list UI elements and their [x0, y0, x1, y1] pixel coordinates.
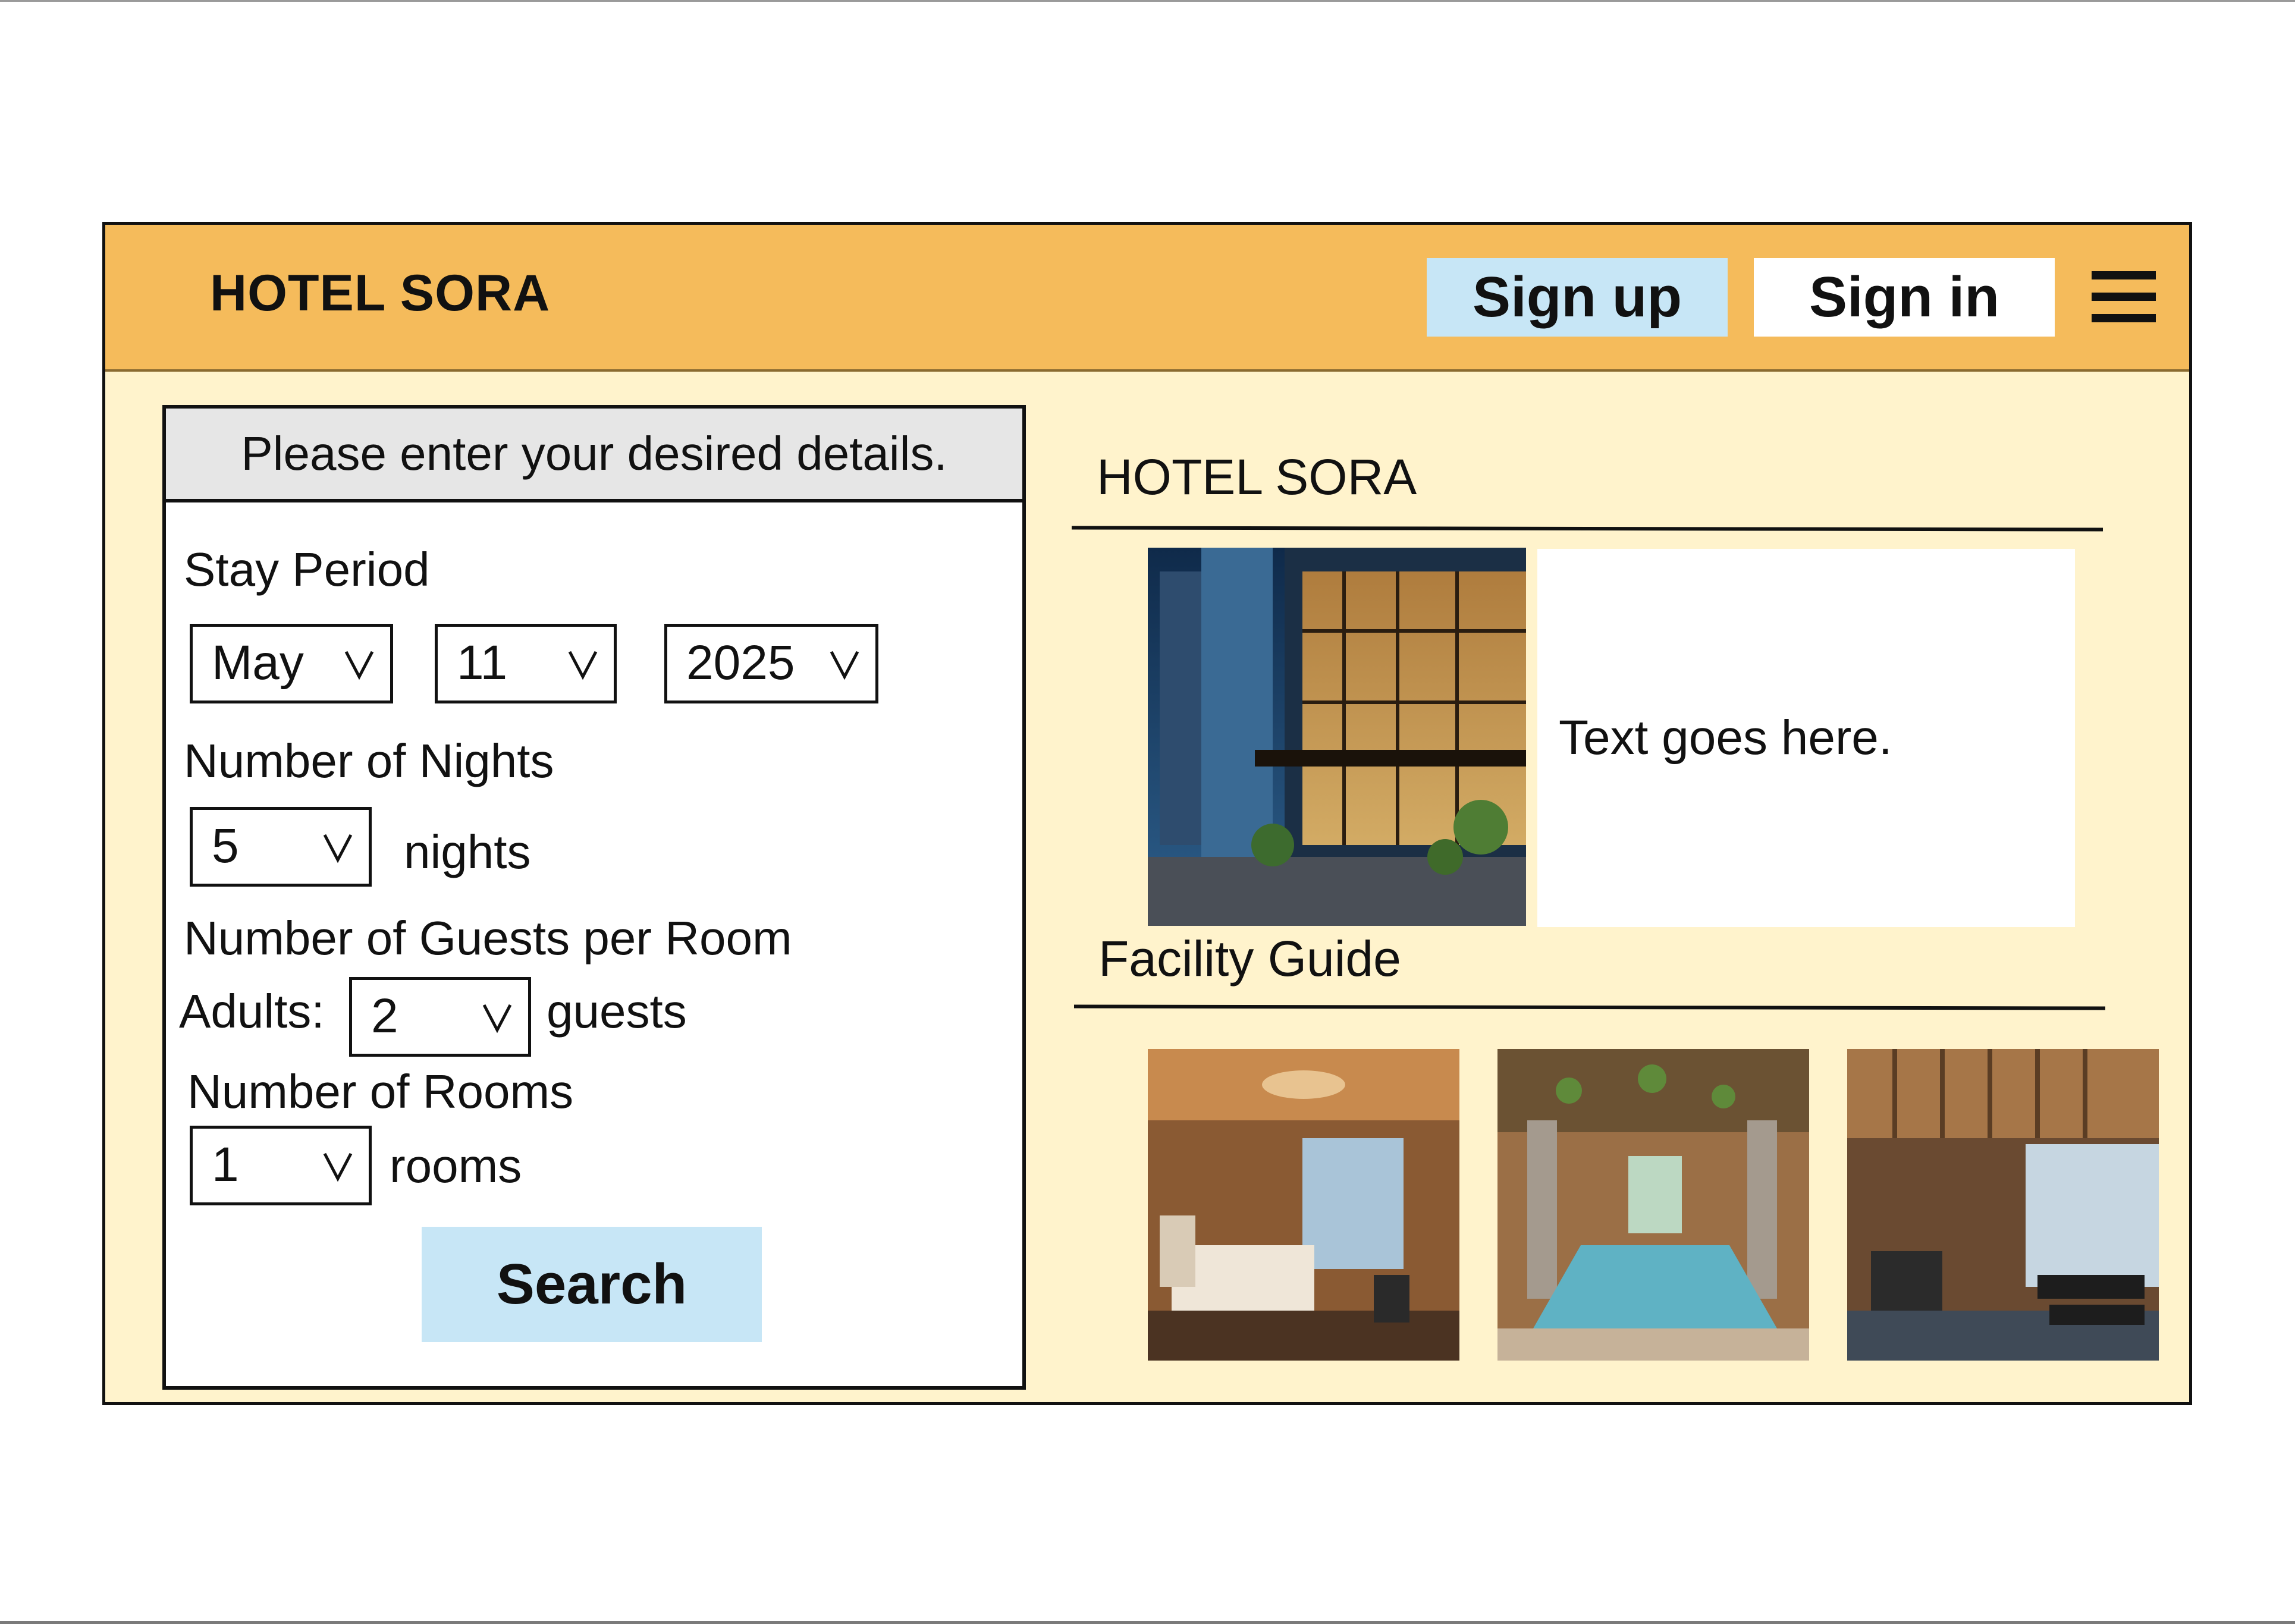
- day-select[interactable]: 11: [435, 624, 617, 703]
- guest-room-photo: [1148, 1049, 1459, 1361]
- page-top-border: [0, 0, 2295, 2]
- nights-select[interactable]: 5: [190, 807, 372, 887]
- booking-form: Please enter your desired details. Stay …: [162, 405, 1026, 1390]
- facility-title: Facility Guide: [1098, 931, 1401, 987]
- intro-divider: [1071, 526, 2104, 532]
- fitness-room-photo: [1847, 1049, 2159, 1361]
- rooms-select[interactable]: 1: [190, 1126, 372, 1205]
- intro-text-box: Text goes here.: [1537, 549, 2075, 927]
- chevron-down-icon: [323, 1152, 353, 1182]
- facility-divider: [1073, 1004, 2106, 1010]
- chevron-down-icon: [344, 651, 374, 680]
- rooms-value: 1: [212, 1138, 239, 1192]
- chevron-down-icon: [568, 651, 598, 680]
- adults-select[interactable]: 2: [349, 977, 531, 1057]
- pool-photo: [1497, 1049, 1809, 1361]
- year-select[interactable]: 2025: [664, 624, 878, 703]
- nights-unit: nights: [404, 825, 531, 878]
- page-bottom-border: [0, 1621, 2295, 1624]
- month-value: May: [212, 636, 304, 690]
- search-button[interactable]: Search: [422, 1227, 762, 1342]
- sign-in-button[interactable]: Sign in: [1754, 258, 2055, 337]
- sign-up-button[interactable]: Sign up: [1427, 258, 1728, 337]
- month-select[interactable]: May: [190, 624, 393, 703]
- chevron-down-icon: [482, 1004, 512, 1034]
- chevron-down-icon: [830, 651, 859, 680]
- nights-label: Number of Nights: [184, 734, 554, 787]
- stay-period-label: Stay Period: [184, 543, 430, 596]
- nights-value: 5: [212, 819, 239, 873]
- guests-unit: guests: [547, 985, 687, 1038]
- form-instructions: Please enter your desired details.: [166, 409, 1022, 502]
- guests-label: Number of Guests per Room: [184, 912, 792, 965]
- rooms-label: Number of Rooms: [187, 1065, 574, 1118]
- adults-label: Adults:: [179, 985, 325, 1038]
- rooms-unit: rooms: [390, 1139, 522, 1192]
- intro-title: HOTEL SORA: [1097, 449, 1417, 505]
- brand-logo[interactable]: HOTEL SORA: [210, 264, 550, 323]
- hamburger-menu-icon[interactable]: [2092, 271, 2156, 322]
- intro-text: Text goes here.: [1559, 711, 1892, 765]
- hotel-exterior-photo: [1148, 548, 1526, 926]
- year-value: 2025: [686, 636, 795, 690]
- hotel-page-frame: HOTEL SORA Sign up Sign in Please enter …: [102, 222, 2192, 1405]
- top-header: HOTEL SORA Sign up Sign in: [105, 225, 2189, 372]
- day-value: 11: [457, 636, 508, 690]
- chevron-down-icon: [323, 834, 353, 863]
- adults-value: 2: [371, 989, 398, 1043]
